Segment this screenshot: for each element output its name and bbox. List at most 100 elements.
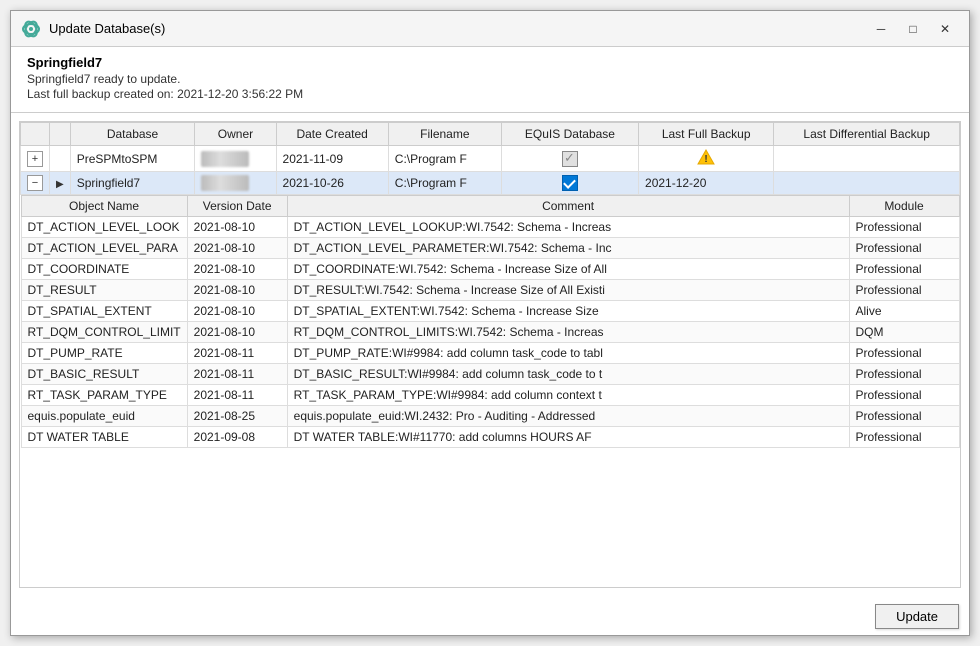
expand-cell[interactable]: + [21,146,50,172]
inner-comment: DT_PUMP_RATE:WI#9984: add column task_co… [287,343,849,364]
inner-version-date: 2021-08-11 [187,343,287,364]
inner-col-comment: Comment [287,196,849,217]
inner-module: Professional [849,259,959,280]
col-owner: Owner [195,123,276,146]
col-arrow [50,123,71,146]
inner-content-row: Object Name Version Date Comment Module … [21,195,960,449]
inner-comment: DT_RESULT:WI.7542: Schema - Increase Siz… [287,280,849,301]
table-body: + PreSPMtoSPM 2021-11-09 C:\Program F [21,146,960,449]
arrow-cell [50,146,71,172]
col-filename: Filename [388,123,501,146]
inner-object-name: RT_TASK_PARAM_TYPE [21,385,187,406]
last-diff-cell-2 [774,172,960,195]
update-button[interactable]: Update [875,604,959,629]
date-created-cell: 2021-11-09 [276,146,388,172]
footer: Update [11,596,969,635]
svg-text:!: ! [705,154,708,165]
inner-module: DQM [849,322,959,343]
inner-module: Professional [849,343,959,364]
inner-version-date: 2021-08-11 [187,364,287,385]
inner-table-row[interactable]: RT_TASK_PARAM_TYPE2021-08-11RT_TASK_PARA… [21,385,959,406]
inner-table-row[interactable]: DT_ACTION_LEVEL_LOOK2021-08-10DT_ACTION_… [21,217,959,238]
status-line1: Springfield7 ready to update. [27,72,953,86]
inner-object-name: DT_PUMP_RATE [21,343,187,364]
inner-version-date: 2021-08-10 [187,280,287,301]
inner-comment: RT_TASK_PARAM_TYPE:WI#9984: add column c… [287,385,849,406]
col-equis-db: EQuIS Database [501,123,638,146]
inner-version-date: 2021-08-25 [187,406,287,427]
main-window: Update Database(s) ─ □ ✕ Springfield7 Sp… [10,10,970,636]
last-full-cell-2: 2021-12-20 [639,172,774,195]
inner-col-version: Version Date [187,196,287,217]
inner-comment: DT_ACTION_LEVEL_LOOKUP:WI.7542: Schema -… [287,217,849,238]
maximize-button[interactable]: □ [899,17,927,41]
inner-content-cell: Object Name Version Date Comment Module … [21,195,960,449]
inner-table-row[interactable]: DT_RESULT2021-08-10DT_RESULT:WI.7542: Sc… [21,280,959,301]
inner-object-name: DT WATER TABLE [21,427,187,448]
inner-comment: DT_SPATIAL_EXTENT:WI.7542: Schema - Incr… [287,301,849,322]
arrow-cell-2: ▶ [50,172,71,195]
window-controls: ─ □ ✕ [867,17,959,41]
inner-table-row[interactable]: DT_COORDINATE2021-08-10DT_COORDINATE:WI.… [21,259,959,280]
checkbox-gray-icon [562,151,578,167]
inner-comment: DT_COORDINATE:WI.7542: Schema - Increase… [287,259,849,280]
owner-blurred-2 [201,175,249,191]
inner-table-row[interactable]: DT_PUMP_RATE2021-08-11DT_PUMP_RATE:WI#99… [21,343,959,364]
collapse-button[interactable]: − [27,175,43,191]
owner-blurred [201,151,249,167]
inner-table-row[interactable]: DT_BASIC_RESULT2021-08-11DT_BASIC_RESULT… [21,364,959,385]
equis-db-cell-2 [501,172,638,195]
inner-object-name: DT_SPATIAL_EXTENT [21,301,187,322]
row-arrow-icon: ▶ [56,179,64,190]
col-database: Database [70,123,195,146]
minimize-button[interactable]: ─ [867,17,895,41]
header-info: Springfield7 Springfield7 ready to updat… [11,47,969,113]
inner-module: Alive [849,301,959,322]
owner-cell [195,146,276,172]
inner-module: Professional [849,427,959,448]
filename-cell-2: C:\Program F [388,172,501,195]
inner-table-body: DT_ACTION_LEVEL_LOOK2021-08-10DT_ACTION_… [21,217,959,448]
expand-cell-2[interactable]: − [21,172,50,195]
inner-table-row[interactable]: DT WATER TABLE2021-09-08DT WATER TABLE:W… [21,427,959,448]
inner-version-date: 2021-08-11 [187,385,287,406]
table-container[interactable]: Database Owner Date Created Filename EQu… [19,121,961,588]
expand-button[interactable]: + [27,151,43,167]
table-header-row: Database Owner Date Created Filename EQu… [21,123,960,146]
database-table: Database Owner Date Created Filename EQu… [20,122,960,448]
inner-version-date: 2021-08-10 [187,301,287,322]
inner-comment: DT_BASIC_RESULT:WI#9984: add column task… [287,364,849,385]
inner-table-row[interactable]: equis.populate_euid2021-08-25equis.popul… [21,406,959,427]
col-date-created: Date Created [276,123,388,146]
col-expand [21,123,50,146]
table-row[interactable]: + PreSPMtoSPM 2021-11-09 C:\Program F [21,146,960,172]
warning-icon: ! [697,149,715,165]
db-name: Springfield7 [27,55,953,70]
inner-module: Professional [849,238,959,259]
database-name-cell-2: Springfield7 [70,172,195,195]
inner-version-date: 2021-09-08 [187,427,287,448]
inner-table-row[interactable]: DT_ACTION_LEVEL_PARA2021-08-10DT_ACTION_… [21,238,959,259]
content-area: Database Owner Date Created Filename EQu… [11,113,969,596]
inner-table-row[interactable]: DT_SPATIAL_EXTENT2021-08-10DT_SPATIAL_EX… [21,301,959,322]
inner-object-name: DT_COORDINATE [21,259,187,280]
inner-comment: equis.populate_euid:WI.2432: Pro - Audit… [287,406,849,427]
inner-comment: RT_DQM_CONTROL_LIMITS:WI.7542: Schema - … [287,322,849,343]
inner-object-name: equis.populate_euid [21,406,187,427]
inner-module: Professional [849,364,959,385]
inner-table-row[interactable]: RT_DQM_CONTROL_LIMIT2021-08-10RT_DQM_CON… [21,322,959,343]
inner-module: Professional [849,280,959,301]
col-last-full: Last Full Backup [639,123,774,146]
table-row-selected[interactable]: − ▶ Springfield7 2021-10-26 C:\Program F… [21,172,960,195]
last-diff-cell [774,146,960,172]
inner-version-date: 2021-08-10 [187,322,287,343]
inner-module: Professional [849,217,959,238]
inner-header-row: Object Name Version Date Comment Module [21,196,959,217]
inner-table: Object Name Version Date Comment Module … [21,195,960,448]
inner-object-name: DT_RESULT [21,280,187,301]
close-button[interactable]: ✕ [931,17,959,41]
app-icon [21,19,41,39]
inner-version-date: 2021-08-10 [187,238,287,259]
inner-module: Professional [849,385,959,406]
inner-comment: DT_ACTION_LEVEL_PARAMETER:WI.7542: Schem… [287,238,849,259]
